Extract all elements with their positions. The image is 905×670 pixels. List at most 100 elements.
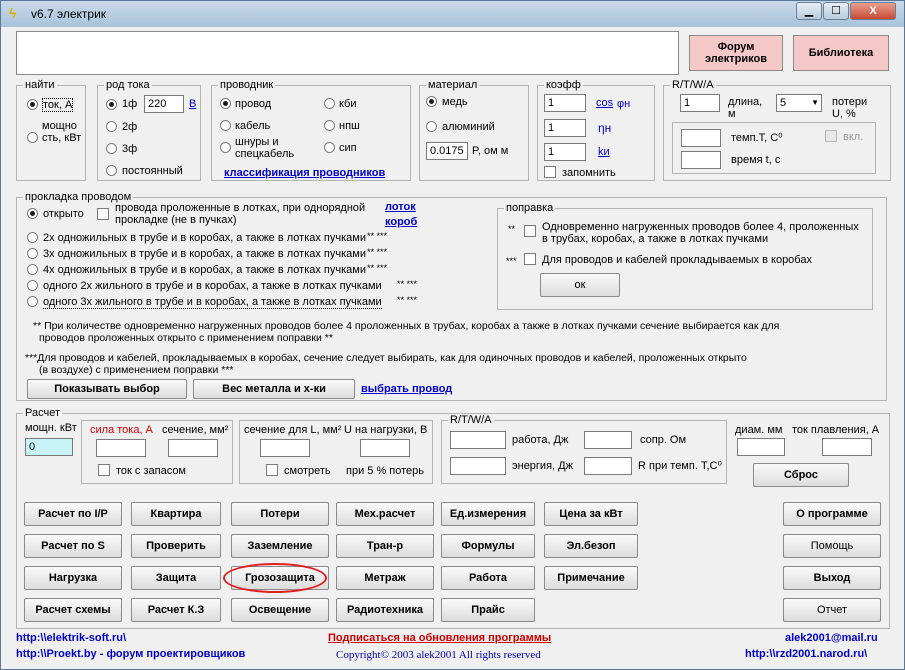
phase3-radio[interactable] xyxy=(106,143,117,154)
time-input[interactable] xyxy=(681,151,721,169)
units-button[interactable]: Ед.измерения xyxy=(441,502,535,526)
kbi-radio[interactable] xyxy=(324,98,335,109)
laying-opt4-radio[interactable] xyxy=(27,280,38,291)
k-link[interactable]: kи xyxy=(598,146,610,158)
reserve-checkbox[interactable] xyxy=(98,464,110,476)
u-load-input[interactable] xyxy=(360,439,410,457)
current-input[interactable] xyxy=(96,439,146,457)
dc-radio[interactable] xyxy=(106,165,117,176)
resistance-input[interactable] xyxy=(584,431,632,449)
losses-button[interactable]: Потери xyxy=(231,502,329,526)
laying-opt5-radio[interactable] xyxy=(27,296,38,307)
eta-input[interactable]: 1 xyxy=(544,119,586,137)
aluminum-radio[interactable] xyxy=(426,121,437,132)
laying-opt2-radio[interactable] xyxy=(27,248,38,259)
cords-radio[interactable] xyxy=(220,142,231,153)
box-link[interactable]: короб xyxy=(385,216,417,228)
sip-radio[interactable] xyxy=(324,142,335,153)
find-current-radio[interactable] xyxy=(27,99,38,110)
correction-ok-button[interactable]: ок xyxy=(540,273,620,297)
wire-radio[interactable] xyxy=(220,98,231,109)
tray-checkbox[interactable] xyxy=(97,208,109,220)
subscribe-link[interactable]: Подписаться на обновления программы xyxy=(328,632,551,644)
correction1-checkbox[interactable] xyxy=(524,225,536,237)
voltage-input[interactable]: 220 xyxy=(144,95,184,113)
check-button[interactable]: Проверить xyxy=(131,534,221,558)
melt-input[interactable] xyxy=(822,438,872,456)
phase2-radio[interactable] xyxy=(106,121,117,132)
mail-link[interactable]: alek2001@mail.ru xyxy=(785,632,878,644)
help-button[interactable]: Помощь xyxy=(783,534,881,558)
price-kwh-button[interactable]: Цена за кВт xyxy=(544,502,638,526)
temp-input[interactable] xyxy=(681,129,721,147)
section-input[interactable] xyxy=(168,439,218,457)
transformer-button[interactable]: Тран-р xyxy=(336,534,434,558)
laying-opt3-radio[interactable] xyxy=(27,264,38,275)
voltage-unit-link[interactable]: В xyxy=(189,98,196,110)
resistivity-input[interactable]: 0.0175 xyxy=(426,142,468,160)
remember-label: запомнить xyxy=(562,167,616,179)
energy-input[interactable] xyxy=(450,457,506,475)
lighting-button[interactable]: Освещение xyxy=(231,598,329,622)
protection-button[interactable]: Защита xyxy=(131,566,221,590)
diameter-input[interactable] xyxy=(737,438,785,456)
reset-button[interactable]: Сброс xyxy=(753,463,849,487)
length-label: длина, м xyxy=(728,96,763,120)
short-circuit-button[interactable]: Расчет К.З xyxy=(131,598,221,622)
cable-radio[interactable] xyxy=(220,120,231,131)
calc-s-button[interactable]: Расчет по S xyxy=(24,534,122,558)
kbi-label: кби xyxy=(339,98,357,110)
exit-button[interactable]: Выход xyxy=(783,566,881,590)
about-button[interactable]: О программе xyxy=(783,502,881,526)
energy-label: энергия, Дж xyxy=(512,460,573,472)
tray-link[interactable]: лоток xyxy=(385,201,416,213)
forum-button[interactable]: Форум электриков xyxy=(689,35,783,71)
work-input[interactable] xyxy=(450,431,506,449)
radio-button[interactable]: Радиотехника xyxy=(336,598,434,622)
library-button[interactable]: Библиотека xyxy=(793,35,889,71)
show-selection-button[interactable]: Показывать выбор xyxy=(27,379,187,399)
length-input[interactable]: 1 xyxy=(680,94,720,112)
maximize-button[interactable]: ☐ xyxy=(823,2,849,20)
circuit-calc-button[interactable]: Расчет схемы xyxy=(24,598,122,622)
close-button[interactable]: X xyxy=(850,2,896,20)
pricelist-button[interactable]: Прайс xyxy=(441,598,535,622)
note-button[interactable]: Примечание xyxy=(544,566,638,590)
metal-weight-button[interactable]: Вес металла и х-ки xyxy=(193,379,355,399)
find-power-radio[interactable] xyxy=(27,132,38,143)
pick-wire-link[interactable]: выбрать провод xyxy=(361,383,452,395)
output-textarea[interactable] xyxy=(16,31,679,75)
apartment-button[interactable]: Квартира xyxy=(131,502,221,526)
work-button[interactable]: Работа xyxy=(441,566,535,590)
load-button[interactable]: Нагрузка xyxy=(24,566,122,590)
cos-input[interactable]: 1 xyxy=(544,94,586,112)
calc-ip-button[interactable]: Расчет по I/P xyxy=(24,502,122,526)
laying-opt1-radio[interactable] xyxy=(27,232,38,243)
temp-enable-checkbox[interactable] xyxy=(825,130,837,142)
laying-open-radio[interactable] xyxy=(27,208,38,219)
watch-checkbox[interactable] xyxy=(266,464,278,476)
copper-radio[interactable] xyxy=(426,96,437,107)
resistance-t-input[interactable] xyxy=(584,457,632,475)
proekt-link[interactable]: http:\\Proekt.by - форум проектировщиков xyxy=(16,648,245,660)
elsafety-button[interactable]: Эл.безоп xyxy=(544,534,638,558)
k-input[interactable]: 1 xyxy=(544,143,586,161)
narod-link[interactable]: http:\\rzd2001.narod.ru\ xyxy=(745,648,867,660)
minimize-button[interactable]: ▁ xyxy=(796,2,822,20)
remember-checkbox[interactable] xyxy=(544,166,556,178)
classify-link[interactable]: классификация проводников xyxy=(224,167,385,179)
power-input[interactable]: 0 xyxy=(25,438,73,456)
correction2-checkbox[interactable] xyxy=(524,253,536,265)
nps-radio[interactable] xyxy=(324,120,335,131)
note2-line1: ***Для проводов и кабелей, прокладываемы… xyxy=(25,352,747,364)
formulas-button[interactable]: Формулы xyxy=(441,534,535,558)
footage-button[interactable]: Метраж xyxy=(336,566,434,590)
mech-calc-button[interactable]: Мех.расчет xyxy=(336,502,434,526)
section-l-input[interactable] xyxy=(260,439,310,457)
cos-link[interactable]: cos xyxy=(596,97,613,109)
loss-select[interactable]: 5 ▼ xyxy=(776,94,822,112)
site-link[interactable]: http:\\elektrik-soft.ru\ xyxy=(16,632,126,644)
grounding-button[interactable]: Заземление xyxy=(231,534,329,558)
report-button[interactable]: Отчет xyxy=(783,598,881,622)
phase1-radio[interactable] xyxy=(106,99,117,110)
